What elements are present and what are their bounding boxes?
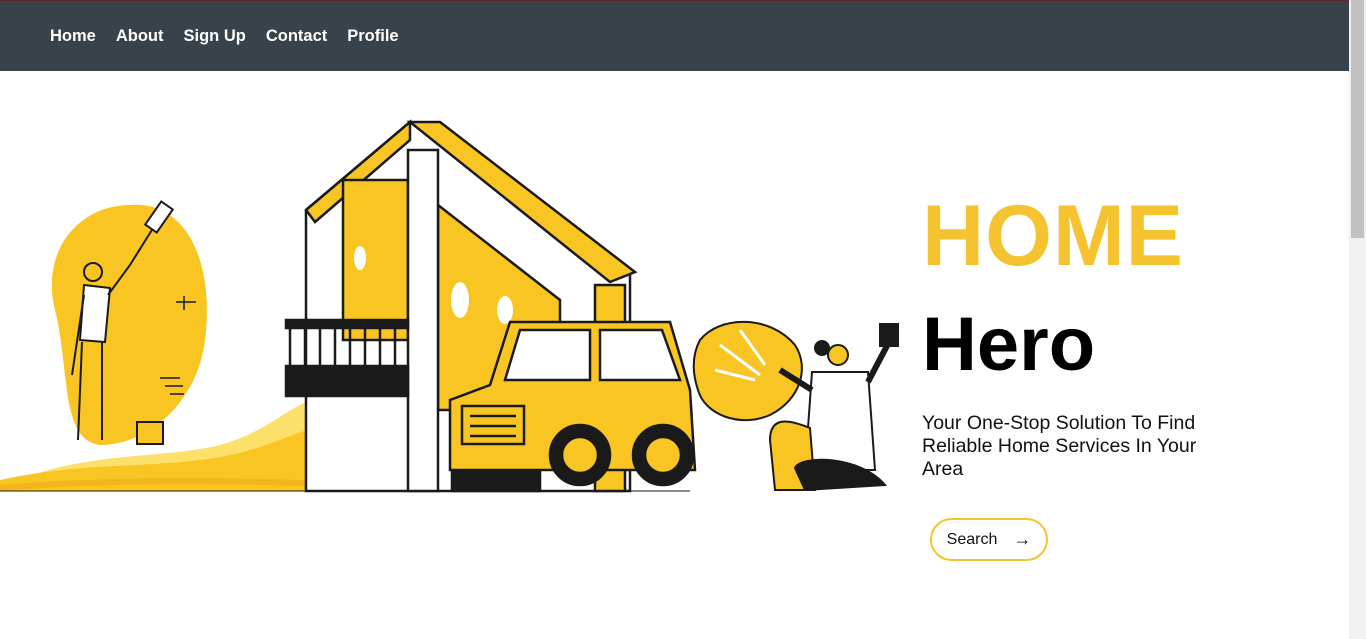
painter-background-blob (51, 204, 207, 445)
home-services-illustration (0, 119, 899, 493)
arrow-right-icon: → (1013, 529, 1032, 549)
hero-text: HOME Hero Your One-Stop Solution To Find… (922, 190, 1242, 481)
search-button-label: Search (946, 530, 998, 548)
hero-subtitle: Your One-Stop Solution To Find Reliable … (922, 412, 1197, 480)
page-scrollbar[interactable] (1349, 0, 1366, 639)
top-navbar: Home About Sign Up Contact Profile (0, 0, 1349, 71)
hero-title-hero: Hero (922, 302, 1096, 387)
scrollbar-thumb[interactable] (1351, 0, 1364, 238)
nav-home[interactable]: Home (50, 27, 96, 46)
nav-contact[interactable]: Contact (266, 27, 327, 46)
nav-about[interactable]: About (116, 27, 164, 46)
nav-profile[interactable]: Profile (347, 27, 398, 46)
hero-title-home: HOME (922, 188, 1184, 284)
search-button[interactable]: Search → (930, 518, 1048, 561)
paint-bucket (136, 421, 164, 445)
nav-sign-up[interactable]: Sign Up (184, 27, 246, 46)
